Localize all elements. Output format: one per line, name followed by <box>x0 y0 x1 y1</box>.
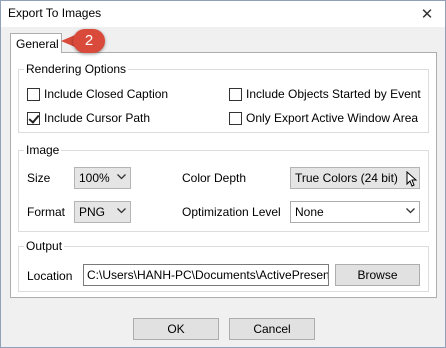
include-closed-caption-checkbox[interactable]: Include Closed Caption <box>27 87 168 101</box>
checkbox-box[interactable] <box>27 87 40 101</box>
ok-button[interactable]: OK <box>133 318 219 340</box>
include-closed-caption-label: Include Closed Caption <box>44 87 169 101</box>
checkbox-box[interactable] <box>229 111 242 125</box>
format-value: PNG <box>79 205 106 219</box>
checkbox-box-checked[interactable] <box>27 111 40 125</box>
format-label: Format <box>27 205 66 219</box>
location-field[interactable]: C:\Users\HANH-PC\Documents\ActivePresen <box>83 264 329 286</box>
location-label: Location <box>27 269 73 283</box>
include-objects-event-label: Include Objects Started by Event <box>246 87 421 101</box>
color-depth-value: True Colors (24 bit) <box>295 171 398 185</box>
color-depth-select[interactable]: True Colors (24 bit) <box>290 167 420 189</box>
image-title: Image <box>24 143 62 157</box>
window-title: Export To Images <box>8 6 102 20</box>
cancel-button[interactable]: Cancel <box>229 318 315 340</box>
close-icon[interactable]: ✕ <box>417 4 437 24</box>
chevron-down-icon <box>117 208 126 216</box>
format-select[interactable]: PNG <box>74 201 131 223</box>
browse-button[interactable]: Browse <box>335 264 420 286</box>
optimization-level-select[interactable]: None <box>290 201 420 223</box>
tab-general[interactable]: General <box>10 33 62 53</box>
mouse-cursor-icon <box>406 170 418 188</box>
image-group: Image Size 100% Color Depth True Colors … <box>18 143 429 232</box>
chevron-down-icon <box>117 174 126 182</box>
include-cursor-path-label: Include Cursor Path <box>44 111 151 125</box>
export-dialog: Export To Images ✕ Rendering Options Inc… <box>0 0 446 348</box>
chevron-down-icon <box>406 208 415 216</box>
size-label: Size <box>27 171 51 185</box>
include-objects-event-checkbox[interactable]: Include Objects Started by Event <box>229 87 421 101</box>
title-bar[interactable]: Export To Images ✕ <box>1 1 445 27</box>
size-value: 100% <box>79 171 110 185</box>
output-group: Output Location C:\Users\HANH-PC\Documen… <box>18 239 429 292</box>
color-depth-label: Color Depth <box>182 171 247 185</box>
rendering-options-title: Rendering Options <box>24 62 129 76</box>
only-export-active-window-label: Only Export Active Window Area <box>246 111 419 125</box>
output-title: Output <box>24 239 65 253</box>
optimization-level-label: Optimization Level <box>182 205 281 219</box>
checkbox-box[interactable] <box>229 87 242 101</box>
general-tab-panel: Rendering Options Include Closed Caption… <box>10 52 437 298</box>
location-value: C:\Users\HANH-PC\Documents\ActivePresen <box>87 268 329 282</box>
size-select[interactable]: 100% <box>74 167 131 189</box>
only-export-active-window-checkbox[interactable]: Only Export Active Window Area <box>229 111 418 125</box>
rendering-options-group: Rendering Options Include Closed Caption… <box>18 62 429 133</box>
include-cursor-path-checkbox[interactable]: Include Cursor Path <box>27 111 150 125</box>
optimization-level-value: None <box>295 205 324 219</box>
step-badge: 2 <box>73 29 105 53</box>
